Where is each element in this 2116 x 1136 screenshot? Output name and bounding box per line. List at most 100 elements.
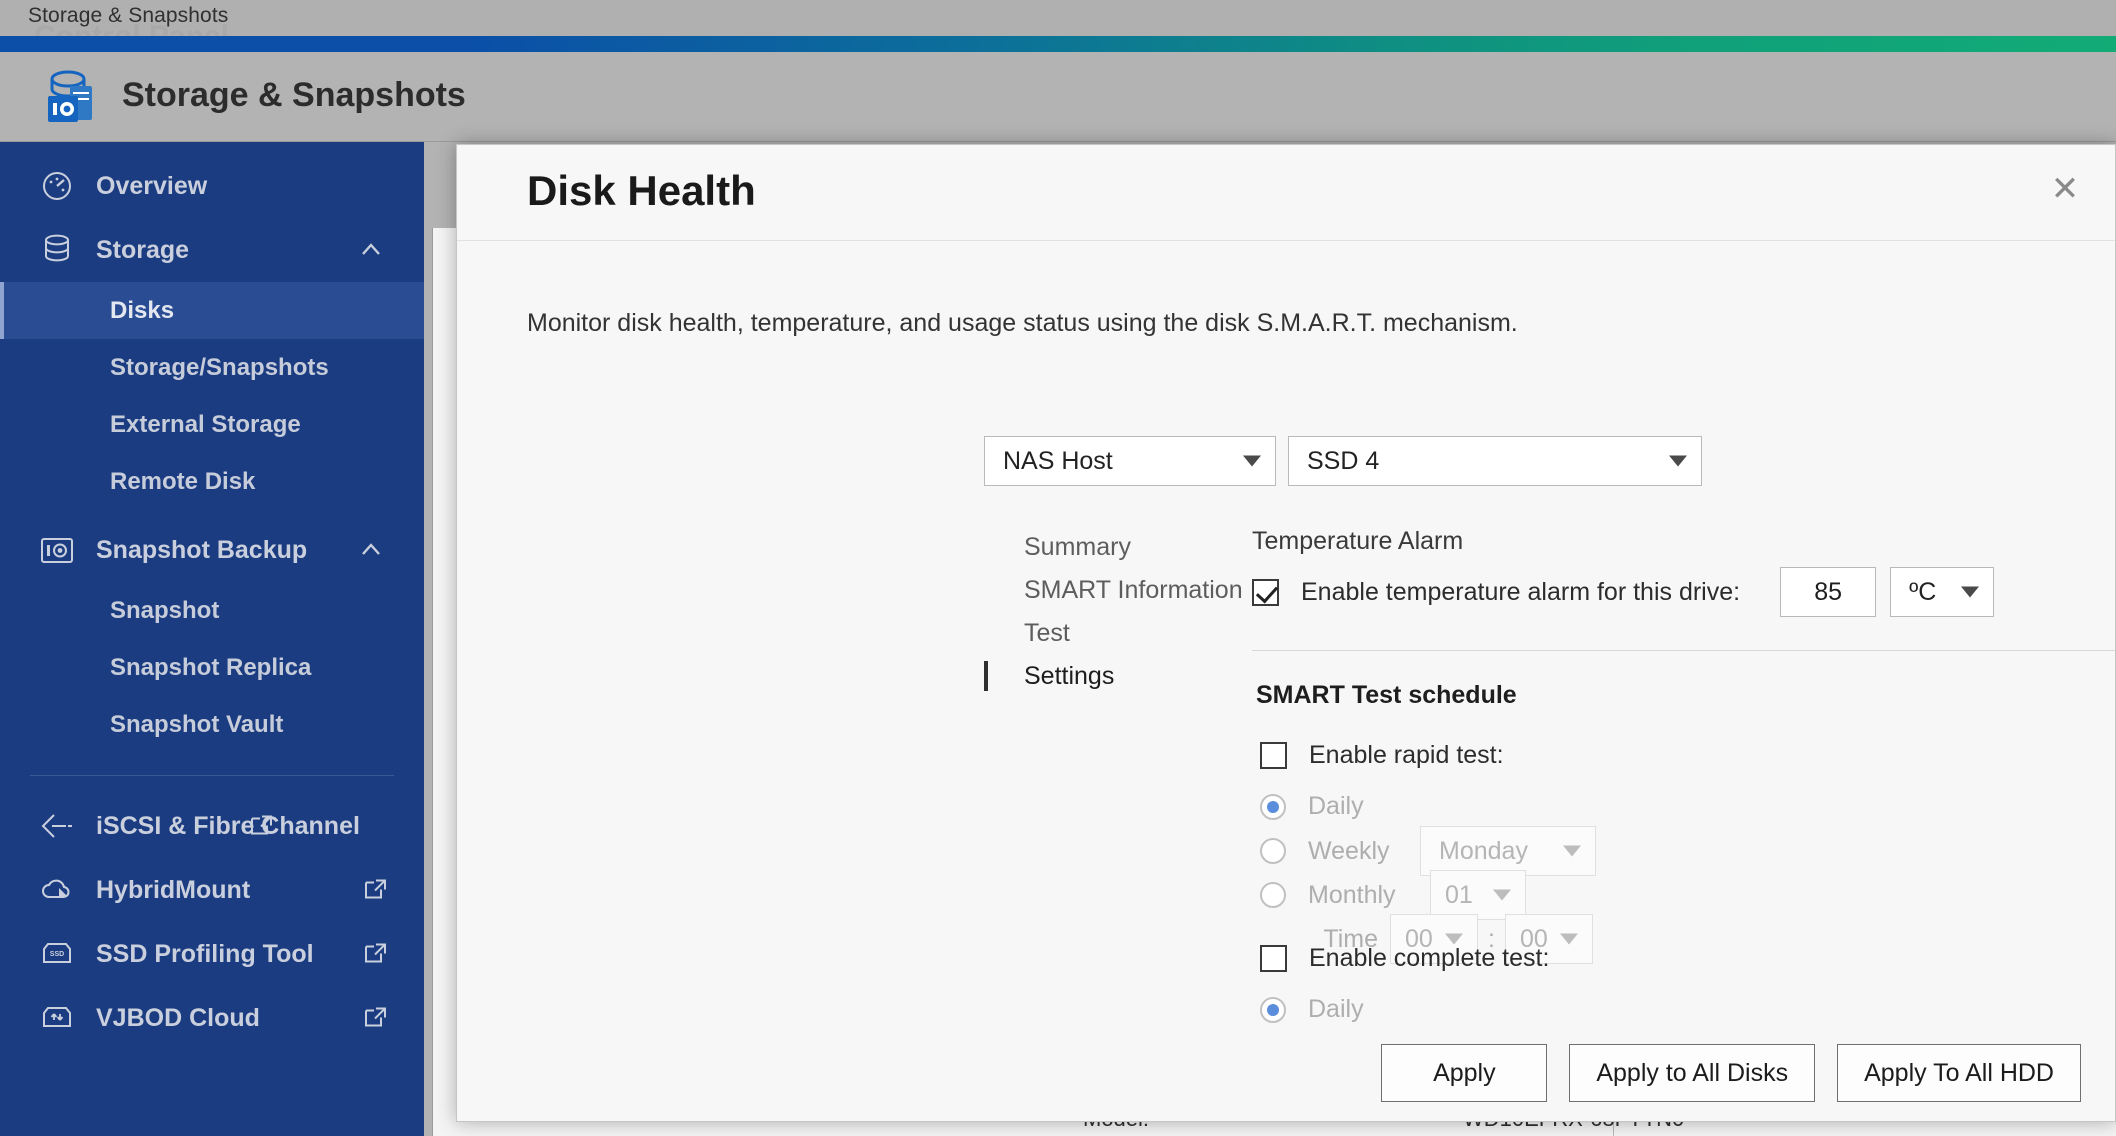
sidebar-item-iscsi-fibre-channel[interactable]: iSCSI & Fibre Channel [0, 794, 424, 858]
chevron-up-icon [358, 537, 384, 563]
chevron-down-icon [1563, 845, 1581, 857]
chevron-down-icon [1961, 586, 1980, 598]
temperature-alarm-row: Enable temperature alarm for this drive:… [1252, 567, 1995, 617]
sidebar-item-label: iSCSI & Fibre Channel [96, 811, 360, 840]
temperature-alarm-heading: Temperature Alarm [1252, 527, 1464, 555]
external-link-icon [363, 1006, 388, 1031]
ssd-icon: SSD [34, 937, 80, 971]
sidebar-item-label: Snapshot Backup [96, 535, 308, 564]
rapid-daily-row: Daily [1260, 792, 1364, 821]
complete-daily-radio[interactable] [1260, 996, 1286, 1023]
rapid-weekday-select[interactable]: Monday [1420, 826, 1596, 876]
apply-to-all-disks-button[interactable]: Apply to All Disks [1569, 1044, 1816, 1102]
enable-rapid-test-label: Enable rapid test: [1309, 741, 1504, 769]
storage-snapshots-logo-icon [44, 68, 104, 126]
sidebar-item-label: Disks [110, 296, 175, 324]
rapid-monthday-select[interactable]: 01 [1430, 870, 1526, 920]
svg-text:SSD: SSD [50, 951, 64, 958]
chevron-down-icon [1493, 889, 1511, 901]
rapid-daily-radio[interactable] [1260, 793, 1286, 820]
rapid-monthday-value: 01 [1445, 880, 1473, 909]
window-tab-title[interactable]: Storage & Snapshots [28, 4, 228, 28]
sidebar-item-vjbod-cloud[interactable]: VJBOD Cloud [0, 986, 424, 1050]
rapid-weekly-radio[interactable] [1260, 838, 1286, 864]
sidebar-item-storage-snapshots[interactable]: Storage/Snapshots [0, 339, 424, 396]
window-title-strip: Control Panel Storage & Snapshots [0, 0, 2116, 53]
disk-select[interactable]: SSD 4 [1288, 436, 1702, 486]
dialog-intro-text: Monitor disk health, temperature, and us… [527, 309, 1518, 337]
sidebar-item-label: Storage [96, 235, 190, 264]
chevron-down-icon [1445, 933, 1463, 945]
chevron-down-icon [1559, 933, 1578, 945]
tab-test[interactable]: Test [984, 612, 1304, 655]
disk-health-dialog: Disk Health ✕ Monitor disk health, tempe… [456, 144, 2116, 1122]
complete-daily-label: Daily [1308, 995, 1364, 1023]
camera-folder-icon [34, 533, 80, 567]
rapid-monthly-label: Monthly [1308, 880, 1396, 909]
sidebar-item-overview[interactable]: Overview [0, 154, 424, 218]
sidebar-item-remote-disk[interactable]: Remote Disk [0, 453, 424, 510]
section-divider [1252, 650, 2115, 651]
rapid-monthly-row: Monthly 01 [1260, 870, 1526, 920]
rapid-monthly-radio[interactable] [1260, 882, 1286, 908]
apply-button[interactable]: Apply [1381, 1044, 1548, 1102]
temperature-threshold-input[interactable]: 85 [1780, 567, 1877, 617]
sidebar-item-hybridmount[interactable]: HybridMount [0, 858, 424, 922]
sidebar-item-label: Snapshot [110, 596, 220, 624]
sidebar-item-snapshot-replica[interactable]: Snapshot Replica [0, 639, 424, 696]
tab-label: Test [1024, 619, 1070, 647]
sidebar: Overview Storage Disks Storage/Snapshots [0, 142, 424, 1136]
sidebar-item-snapshot-vault[interactable]: Snapshot Vault [0, 696, 424, 753]
smart-test-schedule-heading: SMART Test schedule [1256, 681, 1517, 709]
accent-gradient-bar [0, 36, 2116, 52]
vjbod-icon [34, 1001, 80, 1035]
tab-label: Settings [1024, 662, 1115, 690]
sidebar-item-ssd-profiling-tool[interactable]: SSD SSD Profiling Tool [0, 922, 424, 986]
cloud-icon [34, 873, 80, 907]
app-title: Storage & Snapshots [122, 76, 466, 114]
external-link-icon [363, 878, 388, 903]
tab-label: SMART Information [1024, 576, 1243, 604]
sidebar-item-label: HybridMount [96, 875, 251, 904]
sidebar-item-label: VJBOD Cloud [96, 1003, 260, 1032]
sidebar-item-external-storage[interactable]: External Storage [0, 396, 424, 453]
sidebar-item-label: Snapshot Vault [110, 710, 284, 738]
apply-to-all-hdd-button[interactable]: Apply To All HDD [1837, 1044, 2081, 1102]
enable-temperature-alarm-label: Enable temperature alarm for this drive: [1301, 577, 1741, 606]
temperature-unit-select[interactable]: ºC [1890, 567, 1995, 617]
screen: Control Panel Storage & Snapshots Storag… [0, 0, 2116, 1136]
enable-complete-test-checkbox[interactable] [1260, 945, 1287, 972]
sidebar-item-disks[interactable]: Disks [0, 282, 424, 339]
enable-rapid-test-row: Enable rapid test: [1260, 741, 1504, 770]
disk-select-value: SSD 4 [1307, 446, 1380, 475]
sidebar-item-label: SSD Profiling Tool [96, 939, 314, 968]
sidebar-item-snapshot[interactable]: Snapshot [0, 582, 424, 639]
sidebar-item-label: Snapshot Replica [110, 653, 312, 681]
fibre-channel-icon [34, 809, 80, 843]
gauge-icon [34, 169, 80, 203]
chevron-up-icon [358, 237, 384, 263]
rapid-weekly-row: Weekly Monday [1260, 826, 1596, 876]
chevron-down-icon [1243, 455, 1261, 467]
dialog-body: Monitor disk health, temperature, and us… [457, 241, 2115, 1025]
sidebar-divider [30, 775, 394, 776]
close-icon[interactable]: ✕ [2039, 163, 2091, 215]
sidebar-group-storage[interactable]: Storage [0, 218, 424, 282]
dialog-header: Disk Health ✕ [457, 145, 2115, 241]
enable-complete-test-label: Enable complete test: [1309, 944, 1550, 972]
rapid-weekly-label: Weekly [1308, 836, 1390, 865]
complete-daily-row: Daily [1260, 995, 1364, 1024]
sidebar-item-label: External Storage [110, 410, 301, 438]
host-select[interactable]: NAS Host [984, 436, 1276, 486]
enable-rapid-test-checkbox[interactable] [1260, 742, 1287, 769]
rapid-daily-label: Daily [1308, 792, 1364, 820]
sidebar-item-label: Overview [96, 171, 208, 200]
app-header: Storage & Snapshots [0, 52, 2116, 142]
tab-label: Summary [1024, 533, 1131, 561]
temperature-unit-value: ºC [1909, 577, 1937, 606]
external-link-icon [363, 942, 388, 967]
dialog-title: Disk Health [527, 167, 756, 214]
external-link-icon [249, 814, 274, 839]
enable-temperature-alarm-checkbox[interactable] [1252, 578, 1279, 606]
sidebar-group-snapshot-backup[interactable]: Snapshot Backup [0, 518, 424, 582]
